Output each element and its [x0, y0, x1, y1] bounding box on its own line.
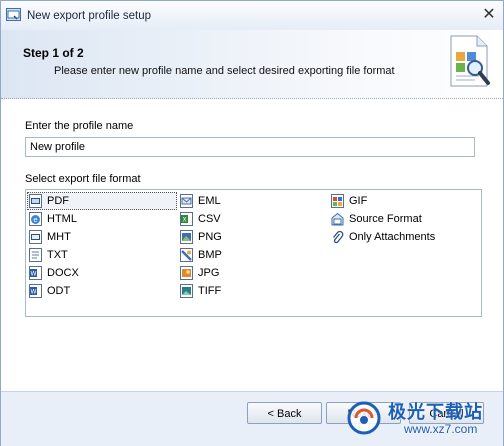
format-label-gif: GIF	[349, 195, 368, 207]
gif-file-icon	[331, 194, 344, 208]
title-bar[interactable]: New export profile setup ✕	[1, 1, 503, 30]
format-label-txt: TXT	[47, 249, 68, 261]
format-label-odt: ODT	[47, 285, 71, 297]
bmp-file-icon	[180, 248, 193, 262]
format-column-3: GIF Source Format Only Attachments	[329, 192, 479, 246]
format-item-mht[interactable]: MHT	[27, 228, 177, 246]
png-file-icon	[180, 230, 193, 244]
step-indicator: Step 1 of 2	[23, 46, 84, 60]
eml-file-icon	[180, 194, 193, 208]
format-label-html: HTML	[47, 213, 77, 225]
format-item-jpg[interactable]: JPG	[178, 264, 328, 282]
html-file-icon: e	[29, 212, 42, 226]
format-label-tiff: TIFF	[198, 285, 222, 297]
txt-file-icon	[29, 248, 42, 262]
tiff-file-icon	[180, 284, 193, 298]
format-column-1: PDF e HTML MHT TXT W DOCX W ODT	[27, 192, 177, 300]
close-icon[interactable]: ✕	[481, 7, 497, 23]
format-item-docx[interactable]: W DOCX	[27, 264, 177, 282]
format-item-eml[interactable]: EML	[178, 192, 328, 210]
csv-file-icon: X	[180, 212, 193, 226]
format-label: Select export file format	[25, 173, 141, 185]
format-item-source-format[interactable]: Source Format	[329, 210, 479, 228]
profile-name-input[interactable]	[25, 137, 475, 157]
source-format-icon	[331, 212, 344, 226]
format-label-bmp: BMP	[198, 249, 222, 261]
format-item-txt[interactable]: TXT	[27, 246, 177, 264]
format-item-html[interactable]: e HTML	[27, 210, 177, 228]
svg-text:e: e	[33, 216, 37, 224]
document-magnifier-icon	[450, 35, 490, 87]
watermark-url: www.xz7.com	[404, 422, 478, 436]
format-column-2: EML X CSV PNG BMP JPG TIFF	[178, 192, 328, 300]
mht-file-icon	[29, 230, 42, 244]
format-label-png: PNG	[198, 231, 222, 243]
format-item-csv[interactable]: X CSV	[178, 210, 328, 228]
attachment-icon	[332, 230, 344, 244]
format-item-odt[interactable]: W ODT	[27, 282, 177, 300]
svg-text:X: X	[182, 217, 186, 224]
format-item-png[interactable]: PNG	[178, 228, 328, 246]
format-item-gif[interactable]: GIF	[329, 192, 479, 210]
docx-file-icon: W	[29, 266, 42, 280]
format-item-tiff[interactable]: TIFF	[178, 282, 328, 300]
window-title: New export profile setup	[27, 10, 152, 22]
format-label-only-attachments: Only Attachments	[349, 231, 436, 243]
watermark-text: 极光下载站	[388, 402, 483, 422]
export-profile-dialog: New export profile setup ✕ Step 1 of 2 P…	[0, 0, 504, 446]
svg-text:W: W	[31, 289, 37, 296]
format-label-eml: EML	[198, 195, 221, 207]
pdf-file-icon	[29, 194, 42, 208]
profile-name-label: Enter the profile name	[25, 120, 134, 132]
wizard-header: Step 1 of 2 Please enter new profile nam…	[1, 30, 503, 99]
app-icon	[6, 8, 21, 21]
format-item-pdf[interactable]: PDF	[27, 192, 177, 210]
format-list[interactable]: PDF e HTML MHT TXT W DOCX W ODT EML X CS…	[25, 189, 482, 317]
wizard-content: Enter the profile name Select export fil…	[1, 99, 503, 391]
svg-text:W: W	[31, 271, 37, 278]
format-item-only-attachments[interactable]: Only Attachments	[329, 228, 479, 246]
format-label-jpg: JPG	[198, 267, 220, 279]
format-label-source-format: Source Format	[349, 213, 422, 225]
format-label-pdf: PDF	[47, 195, 69, 207]
format-item-bmp[interactable]: BMP	[178, 246, 328, 264]
odt-file-icon: W	[29, 284, 42, 298]
back-button[interactable]: < Back	[247, 402, 322, 424]
format-label-csv: CSV	[198, 213, 221, 225]
format-label-mht: MHT	[47, 231, 71, 243]
format-label-docx: DOCX	[47, 267, 79, 279]
step-description: Please enter new profile name and select…	[54, 65, 395, 77]
jpg-file-icon	[180, 266, 193, 280]
